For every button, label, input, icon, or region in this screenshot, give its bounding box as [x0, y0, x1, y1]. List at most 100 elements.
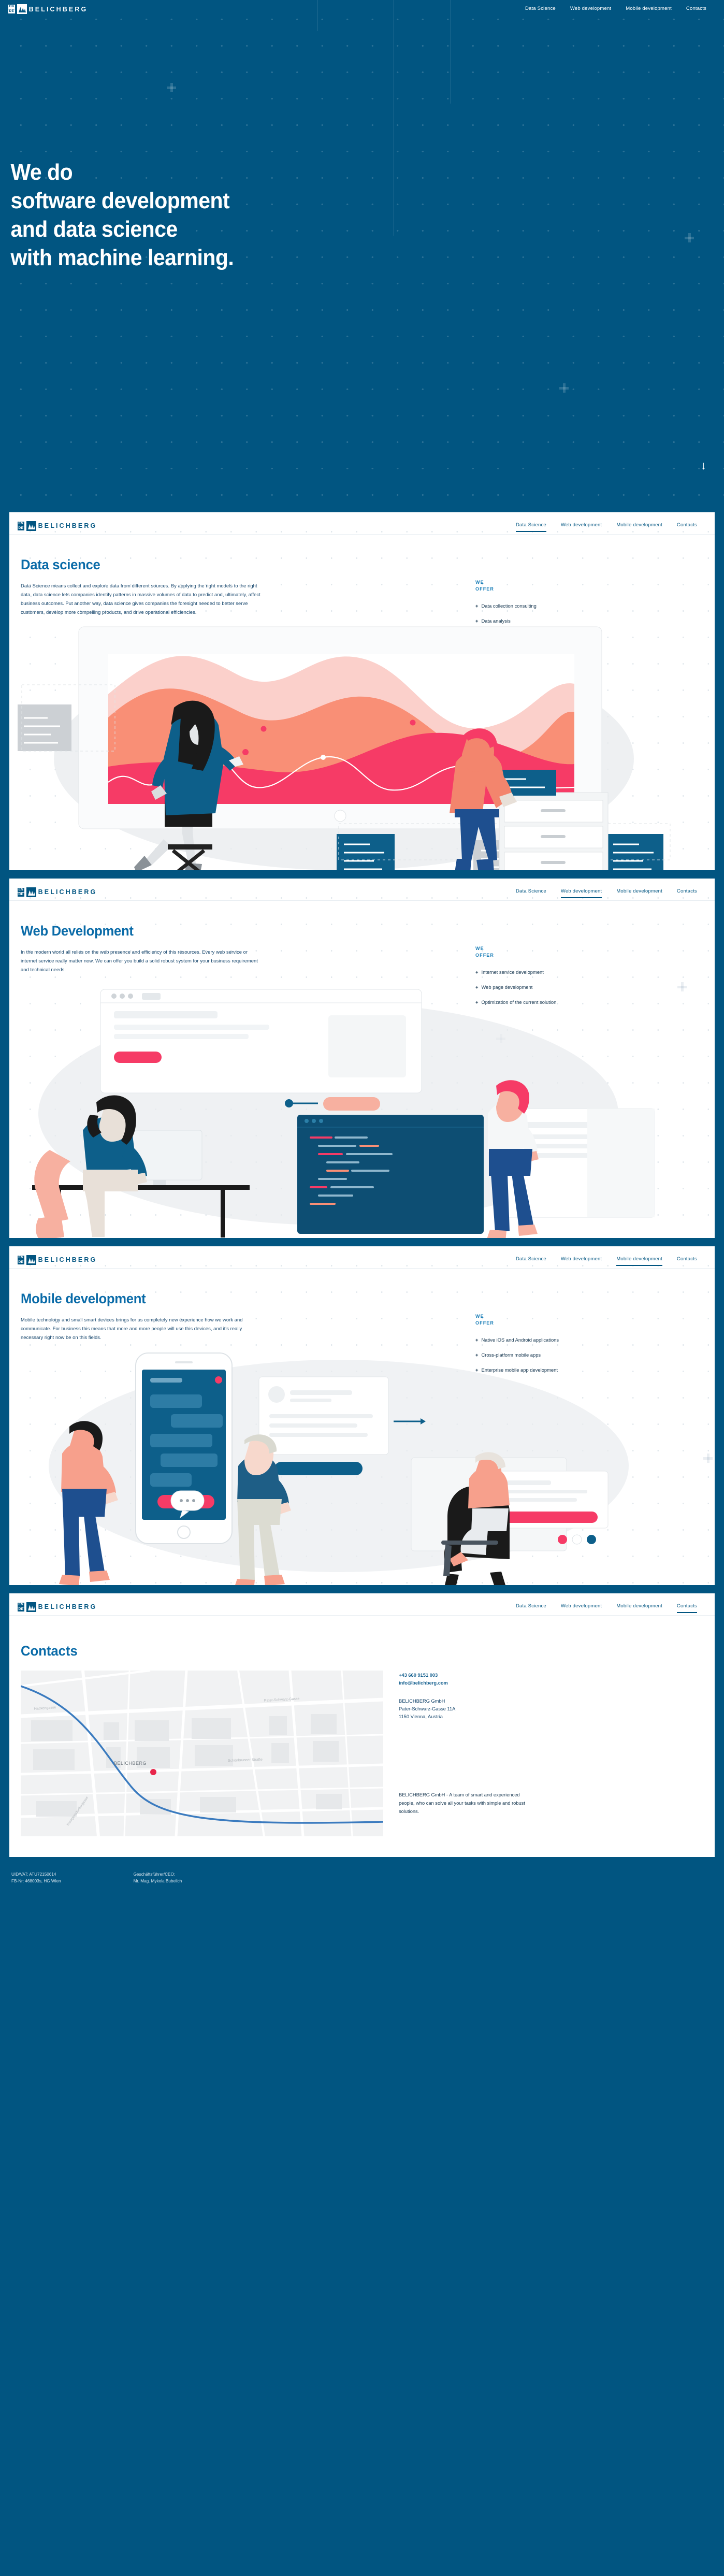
footer-ceo-name: Mr. Mag. Mykola Bubelich — [133, 1878, 182, 1883]
mountain-logo-icon — [26, 1602, 36, 1612]
active-nav-underline — [616, 1264, 662, 1266]
language-switcher[interactable]: EN DE — [8, 5, 15, 13]
logo[interactable]: EN DE BELICHBERG — [18, 1602, 97, 1612]
list-item: + Data collection consulting — [475, 602, 672, 610]
wordmark: BELICHBERG — [38, 522, 97, 529]
plus-bullet-icon: + — [475, 969, 479, 975]
logo[interactable]: EN DE BELICHBERG — [18, 887, 97, 897]
section-gap — [0, 1585, 724, 1593]
nav-item-contacts[interactable]: Contacts — [686, 6, 706, 13]
we-offer-label: WE OFFER — [475, 579, 672, 593]
plus-bullet-icon: + — [475, 1337, 479, 1343]
list-item: + Native iOS and Android applications — [475, 1336, 672, 1344]
lang-de[interactable]: DE — [8, 9, 15, 13]
navbar-divider — [9, 1268, 715, 1269]
nav-item-data-science[interactable]: Data Science — [516, 1256, 546, 1263]
contact-details: +43 660 9151 003 info@belichberg.com BEL… — [399, 1671, 533, 1836]
nav-item-mobile-development[interactable]: Mobile development — [616, 888, 662, 896]
svg-text:BELICHBERG: BELICHBERG — [114, 1761, 147, 1766]
lang-de[interactable]: DE — [18, 1260, 24, 1264]
logo[interactable]: EN DE BELICHBERG — [18, 521, 97, 531]
nav-item-data-science[interactable]: Data Science — [525, 6, 556, 13]
lang-en[interactable]: EN — [18, 521, 24, 526]
plus-bullet-icon: + — [475, 603, 479, 609]
nav-item-mobile-development[interactable]: Mobile development — [626, 6, 672, 13]
logo[interactable]: EN DE BELICHBERG — [8, 4, 88, 14]
hero-line-2: software development — [10, 188, 230, 213]
nav-item-web-development[interactable]: Web development — [561, 1603, 602, 1610]
section-nav-links: Data Science Web development Mobile deve… — [516, 1256, 697, 1266]
footer-legal-column: UID/VAT: ATU72150614 FB-Nr: 468003s, HG … — [11, 1872, 61, 1884]
nav-item-web-development[interactable]: Web development — [561, 1256, 602, 1263]
language-switcher[interactable]: EN DE — [18, 521, 24, 530]
nav-item-web-development[interactable]: Web development — [570, 6, 611, 13]
nav-item-mobile-development[interactable]: Mobile development — [616, 1603, 662, 1610]
wordmark: BELICHBERG — [28, 5, 88, 13]
wordmark: BELICHBERG — [38, 888, 97, 896]
nav-item-mobile-development[interactable]: Mobile development — [616, 1256, 662, 1266]
nav-item-contacts[interactable]: Contacts — [677, 1256, 697, 1263]
company-about-text: BELICHBERG GmbH - A team of smart and ex… — [399, 1792, 525, 1814]
section-content: Web Development In the modern world all … — [9, 923, 715, 1238]
nav-item-mobile-development[interactable]: Mobile development — [616, 522, 662, 529]
we-offer-label: WE OFFER — [475, 945, 672, 959]
landing-page: EN DE BELICHBERG Data Science Web develo… — [0, 0, 724, 1907]
offer-text: Native iOS and Android applications — [481, 1337, 559, 1343]
section-gap — [0, 505, 724, 512]
nav-item-web-development[interactable]: Web development — [561, 522, 602, 529]
section-web-development: EN DE BELICHBERG Data Science Web develo… — [9, 879, 715, 1238]
lang-de[interactable]: DE — [18, 526, 24, 530]
section-gap — [0, 870, 724, 879]
section-content: Mobile development Mobile technology and… — [9, 1290, 715, 1585]
offer-label: OFFER — [475, 586, 494, 592]
lang-en[interactable]: EN — [18, 1255, 24, 1260]
lang-en[interactable]: EN — [18, 887, 24, 892]
lang-en[interactable]: EN — [18, 1602, 24, 1607]
language-switcher[interactable]: EN DE — [18, 887, 24, 897]
mountain-logo-icon — [26, 1255, 36, 1265]
navbar-divider — [9, 900, 715, 901]
section-title: Mobile development — [21, 1291, 146, 1306]
lang-en[interactable]: EN — [8, 5, 15, 9]
phone-number[interactable]: +43 660 9151 003 — [399, 1672, 533, 1679]
wordmark: BELICHBERG — [38, 1603, 97, 1610]
hero-line-4: with machine learning. — [10, 245, 234, 270]
hero-nav-links: Data Science Web development Mobile deve… — [525, 6, 706, 13]
nav-item-data-science[interactable]: Data Science — [516, 1603, 546, 1610]
logo[interactable]: EN DE BELICHBERG — [18, 1255, 97, 1265]
section-nav-links: Data Science Web development Mobile deve… — [516, 1603, 697, 1613]
section-nav-links: Data Science Web development Mobile deve… — [515, 522, 697, 532]
mountain-logo-icon — [26, 887, 36, 897]
offer-text: Data collection consulting — [481, 603, 537, 609]
section-content: Data science Data Science means collect … — [9, 556, 715, 870]
we-label: WE — [475, 946, 484, 951]
section-navbar: EN DE BELICHBERG Data Science Web develo… — [9, 1593, 715, 1615]
wordmark: BELICHBERG — [38, 1256, 97, 1263]
lang-de[interactable]: DE — [18, 1607, 24, 1611]
contacts-row: BELICHBERG Hackengasse Schönbrunner Stra… — [18, 1671, 706, 1857]
language-switcher[interactable]: EN DE — [18, 1255, 24, 1264]
nav-item-contacts[interactable]: Contacts — [677, 522, 697, 529]
nav-item-contacts[interactable]: Contacts — [677, 888, 697, 896]
active-nav-underline — [560, 897, 602, 898]
nav-item-web-development[interactable]: Web development — [560, 888, 602, 898]
hero-headline: We do software development and data scie… — [0, 16, 673, 272]
location-map[interactable]: BELICHBERG Hackengasse Schönbrunner Stra… — [21, 1671, 383, 1836]
nav-item-data-science[interactable]: Data Science — [516, 888, 546, 896]
lang-de[interactable]: DE — [18, 892, 24, 897]
hero-line-1: We do — [10, 160, 73, 185]
list-item: + Internet service development — [475, 969, 672, 976]
email-address[interactable]: info@belichberg.com — [399, 1679, 533, 1687]
city-address: 1150 Vienna, Austria — [399, 1714, 443, 1719]
arrow-down-icon[interactable]: ↓ — [701, 460, 706, 471]
offer-text: Internet service development — [481, 969, 544, 975]
section-description: In the modern world all relies on the we… — [21, 949, 258, 972]
active-nav-underline — [676, 1611, 697, 1613]
nav-item-data-science[interactable]: Data Science — [515, 522, 546, 532]
section-mobile-development: EN DE BELICHBERG Data Science Web develo… — [9, 1246, 715, 1585]
hero-navbar: EN DE BELICHBERG Data Science Web develo… — [0, 0, 724, 16]
language-switcher[interactable]: EN DE — [18, 1602, 24, 1611]
footer-uid: UID/VAT: ATU72150614 — [11, 1872, 56, 1877]
nav-item-contacts[interactable]: Contacts — [676, 1603, 697, 1613]
web-development-illustration — [18, 979, 706, 1238]
